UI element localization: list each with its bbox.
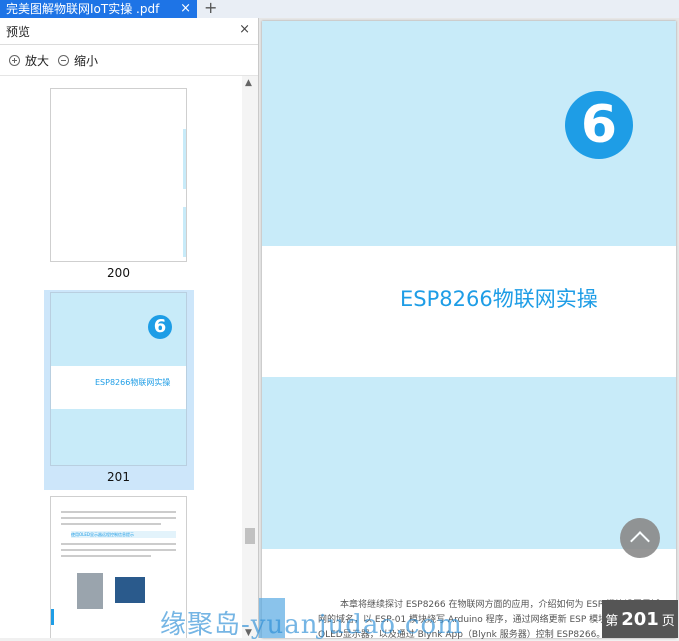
tab-title: 完美图解物联网IoT实操 .pdf bbox=[6, 2, 160, 16]
thumb-chapter-title: ESP8266物联网实操 bbox=[95, 378, 171, 387]
preview-header: 预览 × bbox=[0, 18, 258, 45]
thumb-text-line bbox=[61, 543, 176, 545]
chapter-title: ESP8266物联网实操 bbox=[400, 287, 598, 311]
preview-panel: 预览 × 放大 缩小 200 6 ESP8266物联网实操 201 使用OLED… bbox=[0, 18, 259, 638]
chapter-number-badge: 6 bbox=[565, 91, 633, 159]
page-indicator: 第 201 页 bbox=[602, 600, 678, 638]
zoom-in-label: 放大 bbox=[25, 54, 50, 68]
thumb-text-line bbox=[61, 517, 176, 519]
scrollbar-thumb[interactable] bbox=[245, 528, 255, 544]
page-indicator-number: 201 bbox=[621, 608, 659, 630]
thumb-edge-mark bbox=[183, 207, 186, 257]
thumbnail-list: 200 6 ESP8266物联网实操 201 使用OLED显示器远程控制信息提示 bbox=[0, 76, 242, 638]
thumb-chapter-badge: 6 bbox=[148, 315, 172, 339]
zoom-out-button[interactable]: 缩小 bbox=[58, 52, 98, 69]
scroll-to-top-button[interactable] bbox=[620, 518, 660, 558]
thumbnail-scrollbar[interactable]: ▲ ▼ bbox=[242, 76, 258, 638]
thumb-text-line bbox=[61, 549, 176, 551]
zoom-out-label: 缩小 bbox=[74, 54, 99, 68]
zoom-toolbar: 放大 缩小 bbox=[0, 45, 258, 76]
document-viewer[interactable]: 6 ESP8266物联网实操 本章将继续探讨 ESP8266 在物联网方面的应用… bbox=[259, 18, 679, 640]
thumbnail-page-201[interactable]: 6 ESP8266物联网实操 bbox=[50, 292, 187, 466]
zoom-in-button[interactable]: 放大 bbox=[9, 52, 49, 69]
preview-close-icon[interactable]: × bbox=[239, 22, 250, 37]
zoom-in-icon bbox=[9, 55, 20, 66]
thumb-text-line bbox=[61, 511, 176, 513]
watermark-text: 缘聚岛-yuanjudao.com bbox=[160, 610, 463, 640]
thumbnail-label: 200 bbox=[107, 266, 130, 280]
page-indicator-prefix: 第 bbox=[605, 613, 619, 629]
scroll-up-icon[interactable]: ▲ bbox=[245, 78, 252, 88]
thumb-edge-mark bbox=[51, 609, 54, 625]
thumb-text-line bbox=[61, 555, 151, 557]
thumbnail-label: 201 bbox=[107, 470, 130, 484]
thumb-text-line bbox=[61, 523, 161, 525]
new-tab-icon[interactable]: + bbox=[204, 0, 217, 18]
thumb-section-heading: 使用OLED显示器远程控制信息提示 bbox=[71, 531, 176, 538]
thumb-edge-mark bbox=[183, 129, 186, 189]
tab-close-icon[interactable]: × bbox=[180, 0, 191, 18]
thumb-figure bbox=[115, 577, 145, 603]
page-indicator-suffix: 页 bbox=[661, 613, 675, 629]
page-band-bottom bbox=[262, 377, 676, 549]
tab-bar: 完美图解物联网IoT实操 .pdf × + bbox=[0, 0, 679, 18]
preview-title: 预览 bbox=[6, 25, 31, 39]
thumbnail-page-200[interactable] bbox=[50, 88, 187, 262]
thumb-band-bottom bbox=[51, 409, 186, 465]
zoom-out-icon bbox=[58, 55, 69, 66]
pdf-page: 6 ESP8266物联网实操 本章将继续探讨 ESP8266 在物联网方面的应用… bbox=[262, 21, 678, 640]
thumb-figure bbox=[77, 573, 103, 609]
tab-document[interactable]: 完美图解物联网IoT实操 .pdf × bbox=[0, 0, 197, 18]
